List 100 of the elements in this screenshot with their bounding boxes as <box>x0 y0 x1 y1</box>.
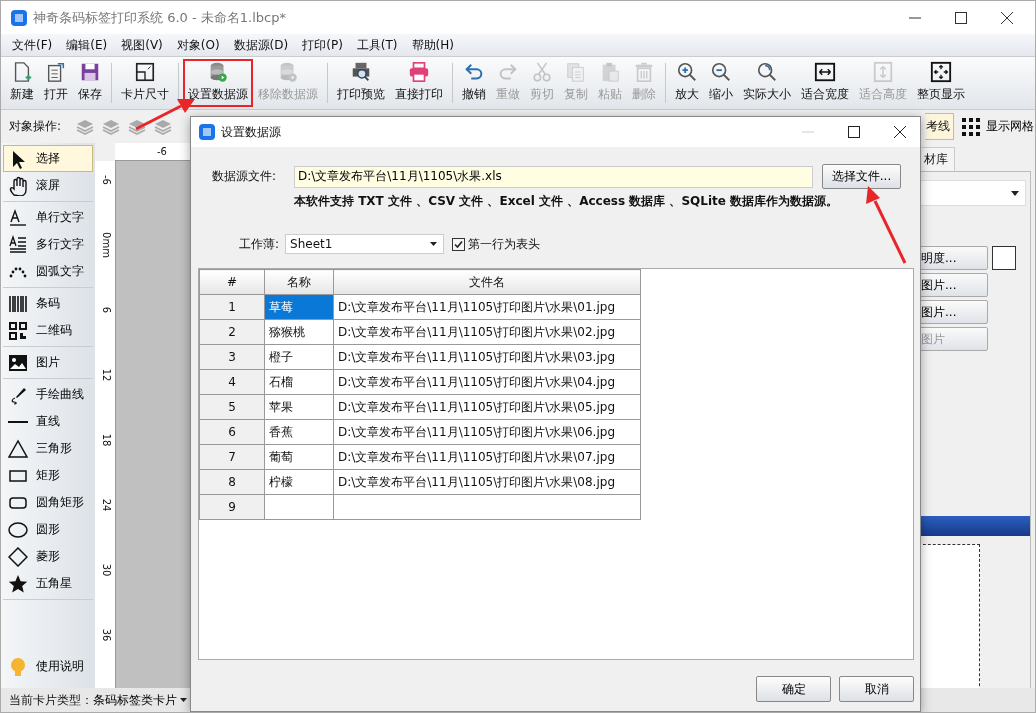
frame-icon <box>133 61 157 83</box>
tool-button[interactable]: 二维码 <box>3 317 93 344</box>
toolbar-button[interactable]: 整页显示 <box>912 59 970 107</box>
tool-button[interactable]: 选择 <box>3 145 93 172</box>
table-cell[interactable]: 香蕉 <box>264 419 334 445</box>
tool-button[interactable]: 圆角矩形 <box>3 489 93 516</box>
row-header[interactable]: 7 <box>199 444 265 470</box>
tool-button[interactable]: 矩形 <box>3 462 93 489</box>
menu-item[interactable]: 文件(F) <box>5 36 60 54</box>
support-note: 本软件支持 TXT 文件 、CSV 文件 、Excel 文件 、Access 数据库 、SQLite 数据库作为数据源。 <box>294 193 840 210</box>
maximize-icon[interactable] <box>848 126 860 138</box>
file-path-field[interactable]: D:\文章发布平台\11月\1105\水果.xls <box>294 165 813 188</box>
toolbar-button[interactable]: 打印预览 <box>332 59 390 107</box>
panel-button[interactable]: 明度... <box>918 246 988 270</box>
tool-button[interactable]: 条码 <box>3 290 93 317</box>
ruler-number: 6 <box>100 306 112 314</box>
menu-item[interactable]: 视图(V) <box>114 36 170 54</box>
menu-item[interactable]: 对象(O) <box>169 36 227 54</box>
table-cell[interactable] <box>333 494 641 520</box>
tool-button[interactable]: 图片 <box>3 349 93 376</box>
toolbar-button[interactable]: 新建 <box>5 59 39 107</box>
table-cell[interactable]: 柠檬 <box>264 469 334 495</box>
row-header[interactable]: 8 <box>199 469 265 495</box>
table-cell[interactable]: D:\文章发布平台\11月\1105\打印图片\水果\02.jpg <box>333 319 641 345</box>
hand-icon <box>8 175 28 196</box>
ellipse-icon <box>8 519 28 540</box>
help-button[interactable]: 使用说明 <box>3 653 93 680</box>
show-grid-button[interactable]: 显示网格 <box>956 117 1035 136</box>
dialog-button[interactable]: 确定 <box>756 676 831 702</box>
menu-item[interactable]: 打印(P) <box>295 36 350 54</box>
toolbar-button[interactable]: 卡片尺寸 <box>116 59 174 107</box>
panel-button[interactable]: 图片... <box>918 300 988 324</box>
table-cell[interactable]: D:\文章发布平台\11月\1105\打印图片\水果\04.jpg <box>333 369 641 395</box>
menu-item[interactable]: 工具(T) <box>349 36 405 54</box>
tool-button[interactable]: 多行文字 <box>3 231 93 258</box>
barcode-icon <box>8 293 28 314</box>
row-header[interactable]: 5 <box>199 394 265 420</box>
qr-code-icon <box>8 320 28 341</box>
table-cell[interactable]: 苹果 <box>264 394 334 420</box>
tool-button[interactable]: 五角星 <box>3 570 93 597</box>
checkbox-label[interactable]: 第一行为表头 <box>468 235 541 253</box>
row-header[interactable]: 3 <box>199 344 265 370</box>
diamond-icon <box>8 546 28 567</box>
letter-a-lines-icon <box>8 234 28 255</box>
dialog-button[interactable]: 取消 <box>839 676 914 702</box>
row-header[interactable]: 1 <box>199 294 265 320</box>
menu-item[interactable]: 编辑(E) <box>59 36 115 54</box>
table-cell[interactable]: 橙子 <box>264 344 334 370</box>
menu-item[interactable]: 帮助(H) <box>404 36 461 54</box>
menu-item[interactable]: 数据源(D) <box>226 36 296 54</box>
table-cell[interactable]: D:\文章发布平台\11月\1105\打印图片\水果\08.jpg <box>333 469 641 495</box>
window-title: 神奇条码标签打印系统 6.0 - 未命名1.lbcp* <box>33 8 286 27</box>
row-header[interactable]: 9 <box>199 494 265 520</box>
choose-file-button[interactable]: 选择文件... <box>822 164 901 189</box>
table-cell[interactable]: D:\文章发布平台\11月\1105\打印图片\水果\07.jpg <box>333 444 641 470</box>
toolbar-button[interactable]: 打开 <box>39 59 73 107</box>
tool-button[interactable]: 直线 <box>3 408 93 435</box>
table-cell[interactable] <box>264 494 334 520</box>
tool-button[interactable]: 圆形 <box>3 516 93 543</box>
table-cell[interactable]: 石榴 <box>264 369 334 395</box>
sheet-dropdown[interactable]: Sheet1 <box>285 234 445 254</box>
toolbar-button[interactable]: 放大 <box>670 59 704 107</box>
close-icon[interactable] <box>1001 11 1013 24</box>
row-header[interactable]: 4 <box>199 369 265 395</box>
tool-button[interactable]: 圆弧文字 <box>3 258 93 285</box>
toolbar-button[interactable]: 直接打印 <box>390 59 448 107</box>
checkbox[interactable] <box>452 237 466 251</box>
table-cell[interactable]: 猕猴桃 <box>264 319 334 345</box>
tool-button[interactable]: 三角形 <box>3 435 93 462</box>
column-header[interactable]: 名称 <box>264 269 334 295</box>
row-header[interactable]: 6 <box>199 419 265 445</box>
tool-button[interactable]: 手绘曲线 <box>3 381 93 408</box>
line-icon <box>8 420 28 423</box>
caret-icon <box>180 698 187 702</box>
caret-icon <box>1011 190 1019 196</box>
ruler-number: 12 <box>100 368 112 382</box>
toolbar-button[interactable]: 保存 <box>73 59 107 107</box>
toolbar-button[interactable]: 适合宽度 <box>796 59 854 107</box>
app-icon <box>11 9 27 26</box>
maximize-icon[interactable] <box>955 11 967 24</box>
table-cell[interactable]: D:\文章发布平台\11月\1105\打印图片\水果\05.jpg <box>333 394 641 420</box>
guide-line-tab[interactable]: 考线 <box>925 113 954 140</box>
toolbar-button[interactable]: 撤销 <box>457 59 491 107</box>
panel-button[interactable]: 图片... <box>918 273 988 297</box>
column-header[interactable]: # <box>199 269 265 295</box>
table-cell[interactable]: D:\文章发布平台\11月\1105\打印图片\水果\06.jpg <box>333 419 641 445</box>
row-header[interactable]: 2 <box>199 319 265 345</box>
column-header[interactable]: 文件名 <box>333 269 641 295</box>
table-cell[interactable]: 葡萄 <box>264 444 334 470</box>
tool-button[interactable]: 菱形 <box>3 543 93 570</box>
table-cell[interactable]: D:\文章发布平台\11月\1105\打印图片\水果\03.jpg <box>333 344 641 370</box>
app-icon <box>199 124 215 140</box>
card-type-dropdown[interactable]: 条码标签类卡片 <box>93 691 187 709</box>
tool-button[interactable]: 单行文字 <box>3 204 93 231</box>
table-cell[interactable]: D:\文章发布平台\11月\1105\打印图片\水果\01.jpg <box>333 294 641 320</box>
close-icon[interactable] <box>894 126 906 138</box>
color-swatch[interactable] <box>992 246 1016 270</box>
toolbar-button[interactable]: 缩小 <box>704 59 738 107</box>
toolbar-button[interactable]: 实际大小 <box>738 59 796 107</box>
tool-button[interactable]: 滚屏 <box>3 172 93 199</box>
